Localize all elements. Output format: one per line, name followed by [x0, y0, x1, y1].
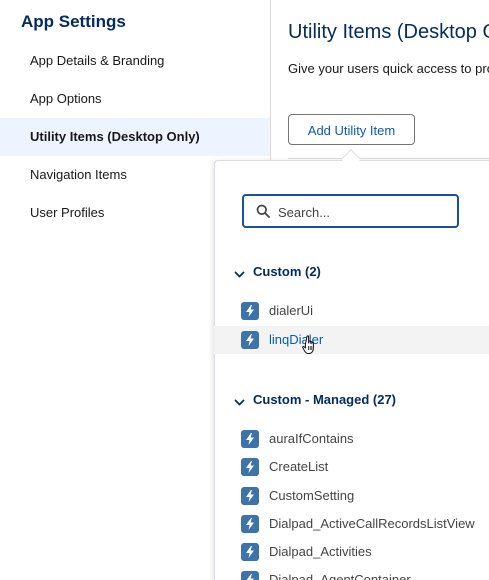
divider [288, 158, 489, 159]
group-header-label: Custom (2) [253, 264, 321, 279]
search-icon [256, 204, 270, 218]
list-item[interactable]: linqDialer [214, 326, 489, 354]
list-item-label: Dialpad_AgentContainer [269, 572, 411, 580]
group-header-custom[interactable]: Custom (2) [234, 262, 321, 282]
list-item-label: CreateList [269, 459, 329, 474]
app-root: App Settings App Details & Branding App … [0, 0, 489, 580]
sidebar-item-app-options[interactable]: App Options [0, 80, 270, 118]
list-item-label: CustomSetting [269, 488, 355, 503]
search-field [242, 194, 459, 228]
list-item[interactable]: auraIfContains [214, 425, 489, 453]
list-item[interactable]: Dialpad_AgentContainer [214, 566, 489, 580]
list-item-label: dialerUi [269, 303, 314, 318]
search-input[interactable] [276, 201, 450, 223]
lightning-icon [241, 430, 259, 448]
sidebar-item-utility-items[interactable]: Utility Items (Desktop Only) [0, 118, 270, 156]
sidebar-item-app-details-branding[interactable]: App Details & Branding [0, 42, 270, 80]
list-item-label: Dialpad_Activities [269, 544, 372, 559]
list-item[interactable]: dialerUi [214, 297, 489, 325]
list-item-label: Dialpad_ActiveCallRecordsListView [269, 516, 475, 531]
chevron-down-icon [234, 266, 245, 278]
lightning-icon [241, 571, 259, 580]
list-item[interactable]: CreateList [214, 453, 489, 481]
group-header-custom-managed[interactable]: Custom - Managed (27) [234, 390, 396, 410]
chevron-down-icon [234, 394, 245, 406]
lightning-icon [241, 331, 259, 349]
hand-cursor-icon [302, 335, 318, 355]
lightning-icon [241, 302, 259, 320]
lightning-icon [241, 487, 259, 505]
list-item-label: auraIfContains [269, 431, 354, 446]
lightning-icon [241, 515, 259, 533]
page-description: Give your users quick access to producti… [288, 61, 489, 76]
list-item[interactable]: CustomSetting [214, 482, 489, 510]
list-item[interactable]: Dialpad_Activities [214, 538, 489, 566]
lightning-icon [241, 458, 259, 476]
lightning-icon [241, 543, 259, 561]
page-title: Utility Items (Desktop Only) [288, 21, 489, 43]
sidebar-title: App Settings [21, 12, 126, 31]
list-item[interactable]: Dialpad_ActiveCallRecordsListView [214, 510, 489, 538]
group-header-label: Custom - Managed (27) [253, 392, 397, 407]
add-utility-item-button[interactable]: Add Utility Item [288, 114, 415, 145]
